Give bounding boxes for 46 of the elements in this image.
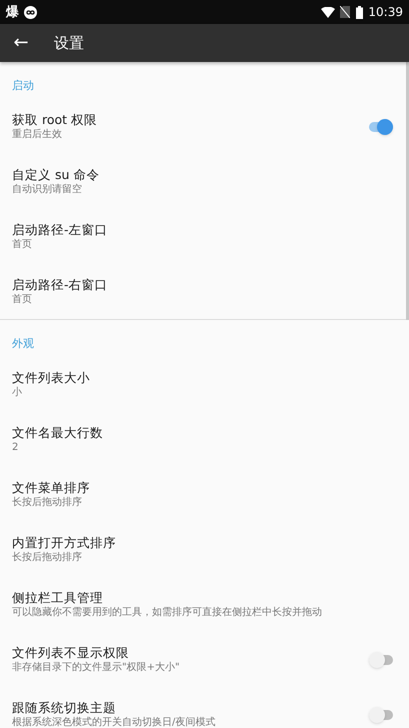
item-summary: 可以隐藏你不需要用到的工具，如需排序可直接在侧拉栏中长按并拖动 xyxy=(12,606,323,619)
settings-item[interactable]: 内置打开方式排序 长按后拖动排序 xyxy=(0,522,409,577)
item-title: 获取 root 权限 xyxy=(12,112,98,128)
section-header: 启动 xyxy=(12,79,35,93)
item-summary: 2 xyxy=(12,441,20,454)
item-title: 启动路径-左窗口 xyxy=(12,222,109,238)
section-header: 外观 xyxy=(12,337,35,351)
item-summary: 首页 xyxy=(12,238,33,251)
battery-icon xyxy=(356,6,364,18)
item-title: 文件名最大行数 xyxy=(12,425,104,441)
item-title: 自定义 su 命令 xyxy=(12,167,100,183)
wifi-icon xyxy=(321,6,336,18)
clock-time: 10:39 xyxy=(368,6,403,18)
settings-item[interactable]: 自定义 su 命令 自动识别请留空 xyxy=(0,154,409,209)
item-summary: 重启后生效 xyxy=(12,128,63,141)
item-title: 侧拉栏工具管理 xyxy=(12,590,104,606)
toolbar-title: 设置 xyxy=(54,32,84,54)
settings-item[interactable]: 获取 root 权限 重启后生效 xyxy=(0,99,409,154)
item-title: 文件列表不显示权限 xyxy=(12,645,130,661)
settings-item[interactable]: 跟随系统切换主题 根据系统深色模式的开关自动切换日/夜间模式 xyxy=(0,687,409,728)
toggle-switch[interactable] xyxy=(369,118,393,134)
settings-item[interactable]: 文件列表大小 小 xyxy=(0,357,409,412)
item-summary: 非存储目录下的文件显示"权限+大小" xyxy=(12,661,181,674)
toggle-switch[interactable] xyxy=(369,652,393,668)
item-title: 启动路径-右窗口 xyxy=(12,277,109,293)
item-summary: 长按后拖动排序 xyxy=(12,496,83,509)
no-sim-icon xyxy=(340,6,350,18)
settings-item[interactable]: 文件列表不显示权限 非存储目录下的文件显示"权限+大小" xyxy=(0,632,409,687)
item-title: 文件列表大小 xyxy=(12,370,91,386)
item-summary: 根据系统深色模式的开关自动切换日/夜间模式 xyxy=(12,716,216,728)
item-title: 内置打开方式排序 xyxy=(12,535,117,551)
item-summary: 小 xyxy=(12,386,23,399)
settings-item[interactable]: 侧拉栏工具管理 可以隐藏你不需要用到的工具，如需排序可直接在侧拉栏中长按并拖动 xyxy=(0,577,409,632)
item-summary: 长按后拖动排序 xyxy=(12,551,83,564)
item-title: 跟随系统切换主题 xyxy=(12,700,117,716)
settings-item[interactable]: 文件菜单排序 长按后拖动排序 xyxy=(0,467,409,522)
item-summary: 自动识别请留空 xyxy=(12,183,83,196)
item-summary: 首页 xyxy=(12,293,33,306)
notification-text: 爆 xyxy=(6,6,19,18)
toggle-switch[interactable] xyxy=(369,706,393,722)
infinity-icon xyxy=(24,6,37,18)
settings-item[interactable]: 启动路径-右窗口 首页 xyxy=(0,264,409,319)
settings-item[interactable]: 启动路径-左窗口 首页 xyxy=(0,209,409,264)
item-title: 文件菜单排序 xyxy=(12,480,91,496)
back-button[interactable]: ← xyxy=(10,34,32,52)
settings-item[interactable]: 文件名最大行数 2 xyxy=(0,412,409,467)
